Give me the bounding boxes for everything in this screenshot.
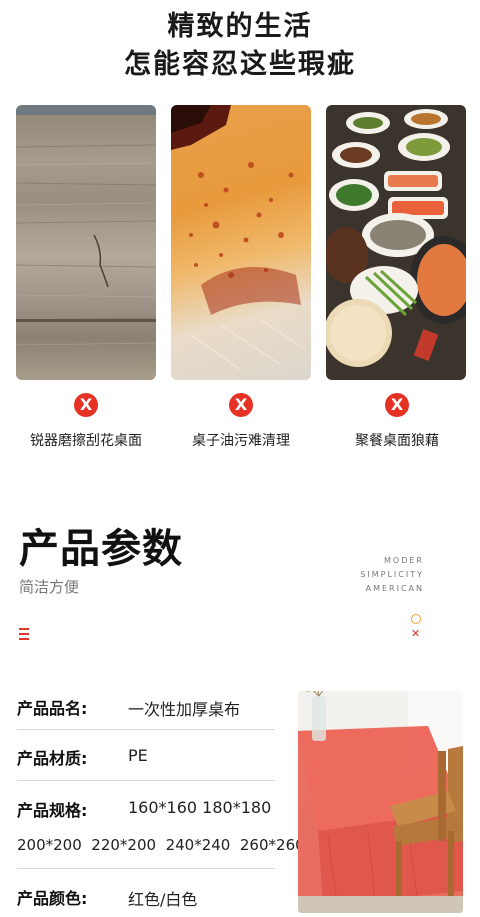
headline-line-2: 怎能容忍这些瑕疵 [124, 49, 356, 80]
param-material-value: PE [128, 746, 148, 765]
english-word-2: SIMPLICITY [360, 570, 424, 579]
worn-wood-table-photo [16, 105, 156, 380]
param-size-value-line2: 200*200 220*200 240*240 260*260 [17, 836, 305, 854]
problem-2-x-mark: X [229, 393, 253, 417]
param-color-label: 产品颜色: [17, 889, 88, 908]
red-tablecloth-on-table-photo [298, 691, 463, 913]
param-size-value: 160*160 180*180 [128, 798, 272, 817]
params-title: 产品参数 [19, 526, 183, 572]
problem-1-x-mark: X [74, 393, 98, 417]
problem-3-caption: 聚餐桌面狼藉 [355, 433, 439, 449]
problem-2-caption: 桌子油污难清理 [192, 433, 290, 449]
oily-table-photo [171, 105, 311, 380]
param-size-label: 产品规格: [17, 801, 88, 820]
param-material-label: 产品材质: [17, 749, 88, 768]
headline-line-1: 精致的生活 [167, 11, 313, 42]
dinner-table-photo [326, 105, 466, 380]
circle-icon [411, 614, 421, 624]
param-name-label: 产品品名: [17, 699, 88, 718]
divider [17, 729, 275, 730]
param-name-value: 一次性加厚桌布 [128, 700, 241, 719]
param-color-value: 红色/白色 [128, 890, 198, 909]
divider [17, 868, 275, 869]
problem-3-x-mark: X [385, 393, 409, 417]
english-word-3: AMERICAN [365, 584, 424, 593]
problem-1-caption: 锐器磨擦刮花桌面 [30, 433, 142, 449]
english-word-1: MODER [384, 556, 424, 565]
cross-icon: ✕ [411, 627, 421, 640]
menu-lines-icon [19, 628, 29, 641]
params-subtitle: 简洁方便 [19, 578, 80, 596]
divider [17, 780, 275, 781]
